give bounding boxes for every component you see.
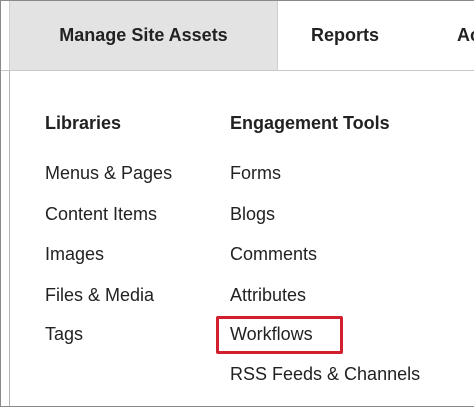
menu-link-attributes[interactable]: Attributes bbox=[230, 285, 306, 306]
workflows-highlight-box bbox=[216, 316, 343, 354]
menu-link-comments[interactable]: Comments bbox=[230, 244, 317, 265]
menu-link-images[interactable]: Images bbox=[45, 244, 104, 265]
engagement-tools-heading: Engagement Tools bbox=[230, 113, 390, 133]
tab-reports[interactable]: Reports bbox=[311, 1, 379, 70]
top-nav-bar: Manage Site Assets Reports Ac bbox=[1, 1, 474, 71]
mega-menu-window: Manage Site Assets Reports Ac Libraries … bbox=[0, 0, 474, 407]
menu-link-files-media[interactable]: Files & Media bbox=[45, 285, 154, 306]
menu-link-menus-pages[interactable]: Menus & Pages bbox=[45, 163, 172, 184]
tab-manage-site-assets[interactable]: Manage Site Assets bbox=[9, 1, 278, 70]
libraries-heading: Libraries bbox=[45, 113, 122, 133]
menu-link-blogs[interactable]: Blogs bbox=[230, 204, 275, 225]
menu-link-forms[interactable]: Forms bbox=[230, 163, 281, 184]
dropdown-panel: Libraries Menus & Pages Content Items Im… bbox=[9, 71, 474, 406]
menu-link-rss-feeds-channels[interactable]: RSS Feeds & Channels bbox=[230, 364, 420, 385]
menu-link-tags[interactable]: Tags bbox=[45, 324, 83, 345]
menu-link-content-items[interactable]: Content Items bbox=[45, 204, 157, 225]
tab-truncated[interactable]: Ac bbox=[457, 1, 474, 70]
